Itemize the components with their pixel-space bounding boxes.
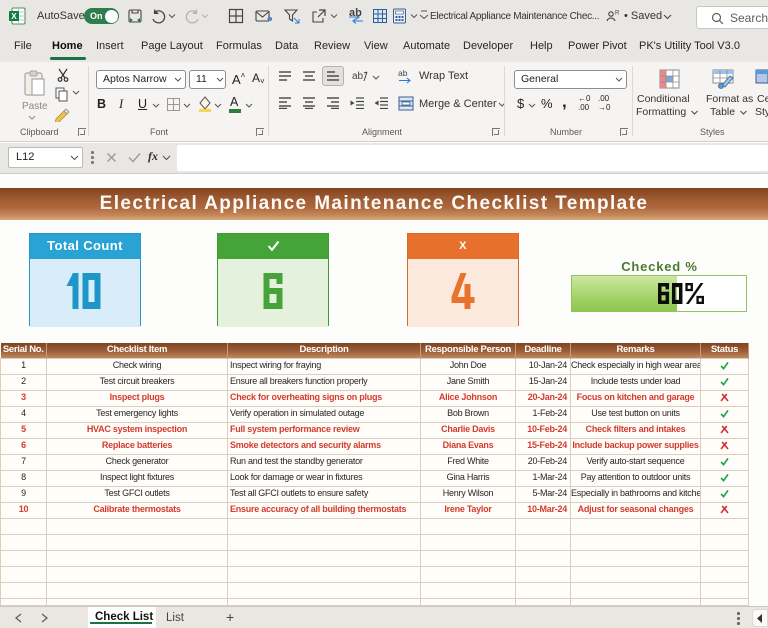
svg-text:ab: ab	[398, 68, 408, 78]
svg-text:R: R	[615, 11, 620, 17]
svg-text:ab: ab	[352, 71, 364, 82]
svg-text:X: X	[11, 11, 17, 21]
